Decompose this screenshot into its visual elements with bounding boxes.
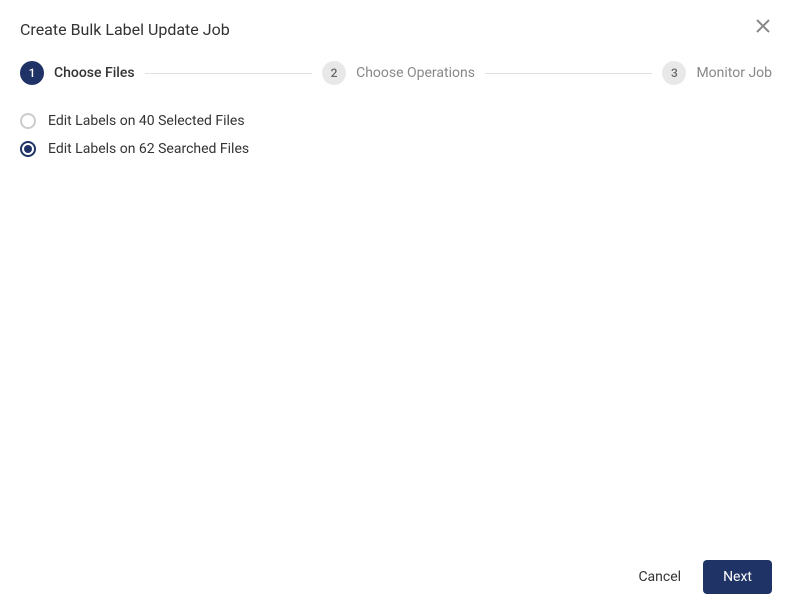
step-label: Choose Operations (356, 65, 475, 81)
radio-selected-files[interactable]: Edit Labels on 40 Selected Files (20, 113, 772, 129)
close-icon (756, 18, 770, 37)
step-monitor-job: 3 Monitor Job (662, 61, 772, 85)
step-number: 1 (20, 61, 44, 85)
radio-options: Edit Labels on 40 Selected Files Edit La… (20, 113, 772, 157)
step-label: Monitor Job (696, 65, 772, 81)
step-choose-operations: 2 Choose Operations (322, 61, 475, 85)
radio-icon (20, 141, 36, 157)
step-number: 3 (662, 61, 686, 85)
radio-label: Edit Labels on 40 Selected Files (48, 113, 245, 129)
step-connector (485, 73, 653, 74)
radio-label: Edit Labels on 62 Searched Files (48, 141, 249, 157)
step-connector (145, 73, 313, 74)
next-button[interactable]: Next (703, 560, 772, 594)
cancel-button[interactable]: Cancel (634, 561, 685, 593)
dialog-footer: Cancel Next (634, 560, 772, 594)
step-label: Choose Files (54, 65, 135, 81)
bulk-label-dialog: Create Bulk Label Update Job 1 Choose Fi… (0, 0, 792, 614)
close-button[interactable] (754, 18, 772, 36)
dialog-title: Create Bulk Label Update Job (20, 20, 772, 39)
step-choose-files: 1 Choose Files (20, 61, 135, 85)
radio-icon (20, 113, 36, 129)
stepper: 1 Choose Files 2 Choose Operations 3 Mon… (20, 61, 772, 85)
step-number: 2 (322, 61, 346, 85)
radio-searched-files[interactable]: Edit Labels on 62 Searched Files (20, 141, 772, 157)
